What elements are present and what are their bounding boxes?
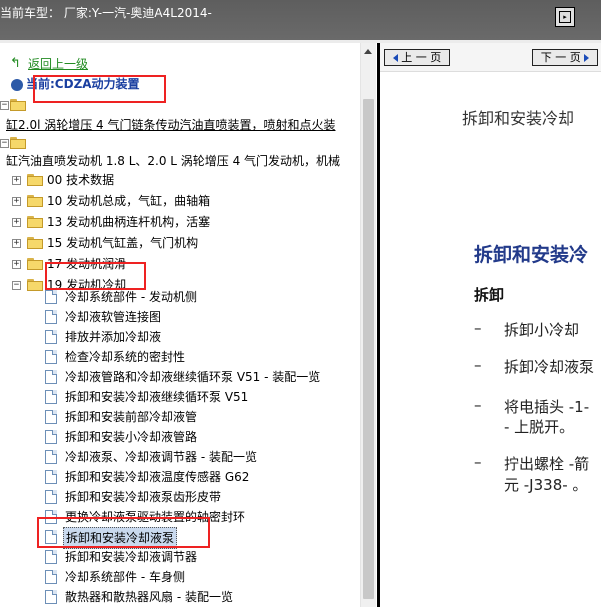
expand-icon[interactable]: −	[0, 139, 9, 148]
folder-open-icon	[10, 137, 26, 149]
tree-doc-item[interactable]: 拆卸和安装冷却液泵齿形皮带	[65, 487, 221, 507]
scroll-up-icon[interactable]	[364, 49, 372, 54]
scroll-thumb[interactable]	[363, 99, 374, 599]
folder-icon	[27, 174, 43, 186]
left-triangle-icon	[392, 54, 398, 62]
expand-icon[interactable]: +	[12, 176, 21, 185]
vehicle-model-title: 当前车型： 厂家:Y-一汽-奥迪A4L2014-	[0, 6, 212, 20]
highlight-selected-doc	[37, 517, 210, 548]
expand-icon[interactable]: +	[12, 197, 21, 206]
tree-folder-item[interactable]: 10 发动机总成，气缸，曲轴箱	[47, 191, 210, 211]
document-icon	[45, 470, 57, 484]
tree-folder-item[interactable]: 00 技术数据	[47, 170, 114, 190]
tree-item-engine-group[interactable]: 缸汽油直喷发动机 1.8 L、2.0 L 涡轮增压 4 气门发动机，机械	[6, 151, 340, 171]
step-dash: –	[474, 319, 482, 337]
step-text: 拆卸小冷却	[504, 321, 580, 339]
tree-scrollbar[interactable]	[360, 43, 376, 607]
tree-doc-item[interactable]: 散热器和散热器风扇 - 装配一览	[65, 587, 233, 607]
page-nav-bar: 上 一 页 下 一 页	[380, 43, 601, 72]
tree-doc-item[interactable]: 拆卸和安装冷却液温度传感器 G62	[65, 467, 249, 487]
document-icon	[45, 310, 57, 324]
highlight-cooling-folder	[45, 262, 146, 290]
folder-open-icon	[27, 279, 43, 291]
title-bar: 当前车型： 厂家:Y-一汽-奥迪A4L2014- ▸	[0, 0, 601, 40]
tree-doc-item[interactable]: 拆卸和安装冷却液继续循环泵 V51	[65, 387, 248, 407]
step-text-cont: - 上脱开。	[504, 418, 575, 436]
prev-page-button[interactable]: 上 一 页	[384, 49, 450, 66]
tree-doc-item[interactable]: 拆卸和安装小冷却液管路	[65, 427, 197, 447]
tree-doc-item[interactable]: 拆卸和安装前部冷却液管	[65, 407, 197, 427]
folder-icon	[27, 195, 43, 207]
step-dash: –	[474, 396, 482, 414]
folder-icon	[27, 216, 43, 228]
document-icon	[45, 430, 57, 444]
tree-doc-item[interactable]: 冷却液管路和冷却液继续循环泵 V51 - 装配一览	[65, 367, 320, 387]
tree-doc-item[interactable]: 冷却系统部件 - 车身侧	[65, 567, 185, 587]
back-arrow-icon: ↰	[10, 56, 21, 71]
step-text: 拧出螺栓 -箭	[504, 455, 590, 473]
tree-doc-item[interactable]: 检查冷却系统的密封性	[65, 347, 185, 367]
document-viewer: 上 一 页 下 一 页 拆卸和安装冷却 拆卸和安装冷 拆卸 – 拆卸小冷却 – …	[380, 43, 601, 607]
current-node-icon	[11, 79, 23, 91]
collapse-icon[interactable]: −	[12, 281, 21, 290]
document-icon	[45, 490, 57, 504]
tree-folder-item[interactable]: 15 发动机气缸盖，气门机构	[47, 233, 198, 253]
square-arrow-icon: ▸	[559, 11, 571, 23]
folder-icon	[27, 237, 43, 249]
back-link[interactable]: 返回上一级	[28, 54, 88, 74]
next-page-label: 下 一 页	[540, 51, 581, 64]
expand-icon[interactable]: +	[12, 260, 21, 269]
step-text-cont: 元 -J338- 。	[504, 476, 588, 494]
expand-icon[interactable]: +	[12, 218, 21, 227]
tree-folder-item[interactable]: 13 发动机曲柄连杆机构，活塞	[47, 212, 210, 232]
document-icon	[45, 570, 57, 584]
document-icon	[45, 550, 57, 564]
section-heading: 拆卸和安装冷	[474, 244, 589, 266]
tree-panel: ↰ 返回上一级 当前:CDZA动力装置 − 缸2.0l 涡轮增压 4 气门链条传…	[0, 43, 377, 607]
document-icon	[45, 410, 57, 424]
tree-item-engine-long[interactable]: 缸2.0l 涡轮增压 4 气门链条传动汽油直喷装置，喷射和点火装	[6, 115, 336, 135]
tree-doc-item[interactable]: 排放并添加冷却液	[65, 327, 161, 347]
right-triangle-icon	[584, 54, 590, 62]
document-icon	[45, 390, 57, 404]
step-text: 将电插头 -1-	[504, 398, 590, 416]
window-toggle-button[interactable]: ▸	[555, 7, 575, 27]
document-icon	[45, 330, 57, 344]
tree-doc-item[interactable]: 冷却液泵、冷却液调节器 - 装配一览	[65, 447, 257, 467]
document-icon	[45, 370, 57, 384]
step-dash: –	[474, 453, 482, 471]
next-page-button[interactable]: 下 一 页	[532, 49, 598, 66]
page-title: 拆卸和安装冷却	[462, 109, 575, 128]
document-icon	[45, 290, 57, 304]
step-dash: –	[474, 356, 482, 374]
document-icon	[45, 350, 57, 364]
tree-doc-item[interactable]: 冷却系统部件 - 发动机侧	[65, 287, 197, 307]
highlight-current	[33, 75, 166, 103]
prev-page-label: 上 一 页	[401, 51, 442, 64]
folder-icon	[27, 258, 43, 270]
tree-doc-item[interactable]: 冷却液软管连接图	[65, 307, 161, 327]
expand-icon[interactable]: +	[12, 239, 21, 248]
tree-doc-item[interactable]: 拆卸和安装冷却液调节器	[65, 547, 197, 567]
folder-open-icon	[10, 99, 26, 111]
document-icon	[45, 590, 57, 604]
step-text: 拆卸冷却液泵	[504, 358, 595, 376]
expand-icon[interactable]: −	[0, 101, 9, 110]
document-icon	[45, 450, 57, 464]
section-subheading: 拆卸	[474, 286, 505, 304]
